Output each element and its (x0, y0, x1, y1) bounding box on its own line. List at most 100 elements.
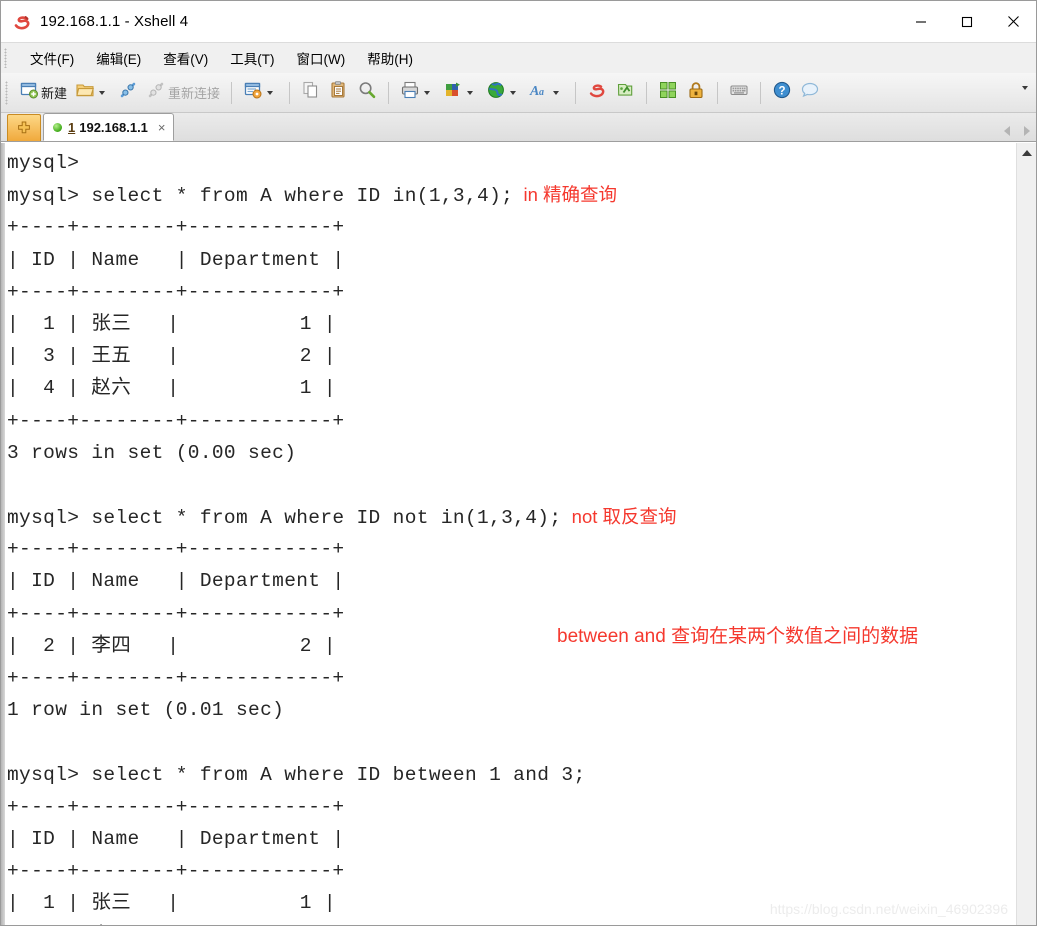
terminal-line-annotation: not 取反查询 (561, 506, 677, 528)
terminal-line-text: +----+--------+------------+ (7, 602, 345, 625)
print-dropdown-icon[interactable] (424, 90, 431, 95)
terminal-line: mysql> (7, 147, 1016, 179)
new-session-button[interactable]: 新建 (15, 78, 71, 108)
encoding-button[interactable] (482, 78, 525, 108)
xshell-button[interactable] (583, 78, 611, 108)
terminal-line-text: mysql> select * from A where ID between … (7, 763, 586, 786)
printer-icon (400, 80, 420, 105)
font-size-icon: A a (529, 80, 549, 105)
window-title: 192.168.1.1 - Xshell 4 (40, 13, 189, 30)
terminal-line-text: +----+--------+------------+ (7, 667, 345, 689)
terminal-line-text: | 2 | 李四 | 2 | (7, 634, 336, 657)
scroll-up-button[interactable] (1017, 143, 1036, 162)
font-button[interactable]: A a (525, 78, 568, 108)
session-tab-1[interactable]: 1 192.168.1.1 × (43, 113, 174, 141)
terminal-line-text: | ID | Name | Department | (7, 570, 345, 593)
tab-scroll-right-icon[interactable] (1024, 126, 1030, 136)
keyboard-icon (729, 80, 749, 105)
menu-file[interactable]: 文件(F) (19, 46, 85, 70)
terminal-line-text: | 1 | 张三 | 1 | (7, 892, 336, 915)
open-session-dropdown-icon[interactable] (99, 90, 106, 95)
title-bar: 192.168.1.1 - Xshell 4 (1, 1, 1036, 42)
new-window-icon (19, 80, 39, 105)
terminal-line: 1 row in set (0.01 sec) (7, 694, 1016, 726)
lock-button[interactable] (682, 78, 710, 108)
menu-tools[interactable]: 工具(T) (219, 46, 285, 70)
terminal-line: | 1 | 张三 | 1 | (7, 887, 1016, 919)
svg-text:?: ? (779, 86, 786, 98)
terminal-line-annotation: in 精确查询 (513, 184, 618, 206)
find-button[interactable] (353, 78, 381, 108)
copy-icon (301, 80, 321, 105)
session-properties-dropdown-icon[interactable] (267, 90, 274, 95)
help-question-icon: ? (772, 80, 792, 105)
connect-plug-icon (118, 80, 138, 105)
toolbar-separator (388, 81, 390, 104)
terminal-line-text: mysql> (7, 152, 80, 174)
color-scheme-button[interactable] (439, 78, 482, 108)
tab-scroll-left-icon[interactable] (1004, 126, 1010, 136)
toolbar-separator (646, 81, 648, 104)
terminal-line: mysql> select * from A where ID in(1,3,4… (7, 179, 1016, 211)
xftp-button[interactable] (611, 78, 639, 108)
toolbar-grip[interactable] (5, 81, 8, 105)
maximize-button[interactable] (944, 1, 990, 42)
annotation-between-and: between and 查询在某两个数值之间的数据 (557, 626, 919, 647)
terminal-line-text: +----+--------+------------+ (7, 409, 345, 432)
font-dropdown-icon[interactable] (553, 90, 560, 95)
menu-help[interactable]: 帮助(H) (356, 46, 424, 70)
scrollbar-track[interactable] (1017, 162, 1036, 925)
terminal-scrollbar[interactable] (1016, 143, 1036, 925)
xshell-window: 192.168.1.1 - Xshell 4 文件(F) 编辑(E) 查看(V)… (0, 0, 1037, 926)
copy-button[interactable] (297, 78, 325, 108)
terminal-line-text: | ID | Name | Department | (7, 827, 345, 850)
print-button[interactable] (396, 78, 439, 108)
terminal-line-text: +----+--------+------------+ (7, 538, 345, 561)
xshell-icon (587, 80, 607, 105)
terminal-line-text: | 4 | 赵六 | 1 | (7, 377, 336, 400)
toolbar-separator (575, 81, 577, 104)
globe-icon (486, 80, 506, 105)
compose-bar-button[interactable] (725, 78, 753, 108)
arrange-windows-button[interactable] (654, 78, 682, 108)
feedback-button[interactable] (796, 78, 824, 108)
help-button[interactable]: ? (768, 78, 796, 108)
session-properties-button[interactable] (239, 78, 282, 108)
terminal-line: | 3 | 王五 | 2 | (7, 340, 1016, 372)
encoding-dropdown-icon[interactable] (510, 90, 517, 95)
terminal-line: mysql> select * from A where ID between … (7, 759, 1016, 791)
tab-close-icon[interactable]: × (158, 120, 166, 135)
open-session-button[interactable] (71, 78, 114, 108)
close-button[interactable] (990, 1, 1036, 42)
minimize-button[interactable] (898, 1, 944, 42)
toolbar-separator (231, 81, 233, 104)
menu-edit[interactable]: 编辑(E) (85, 46, 152, 70)
terminal-line-text: +----+--------+------------+ (7, 280, 345, 303)
paste-clipboard-icon (329, 80, 349, 105)
color-scheme-dropdown-icon[interactable] (467, 90, 474, 95)
svg-text:a: a (539, 87, 544, 98)
menu-bar: 文件(F) 编辑(E) 查看(V) 工具(T) 窗口(W) 帮助(H) (1, 42, 1036, 73)
chat-bubble-icon (800, 80, 820, 105)
terminal-line-text: +----+--------+------------+ (7, 795, 345, 818)
chevron-down-icon (1022, 86, 1028, 107)
connect-button[interactable] (114, 78, 142, 108)
reconnect-button[interactable]: 重新连接 (142, 78, 224, 108)
terminal-line: +----+--------+------------+ (7, 276, 1016, 308)
tab-bar: 1 192.168.1.1 × (1, 113, 1036, 142)
terminal-output[interactable]: mysql> mysql> select * from A where ID in… (5, 143, 1016, 925)
menu-window[interactable]: 窗口(W) (286, 46, 357, 70)
menu-view[interactable]: 查看(V) (152, 46, 219, 70)
terminal-line-text: mysql> select * from A where ID in(1,3,4… (7, 185, 514, 208)
paste-button[interactable] (325, 78, 353, 108)
toolbar-separator (760, 81, 762, 104)
toolbar-separator (289, 81, 291, 104)
xftp-icon (615, 80, 635, 105)
new-tab-button[interactable] (7, 114, 41, 141)
terminal-line-text: +----+--------+------------+ (7, 216, 345, 239)
toolbar-overflow-button[interactable] (1022, 86, 1028, 108)
terminal-line: | 4 | 赵六 | 1 | (7, 372, 1016, 404)
reconnect-icon (146, 80, 166, 105)
